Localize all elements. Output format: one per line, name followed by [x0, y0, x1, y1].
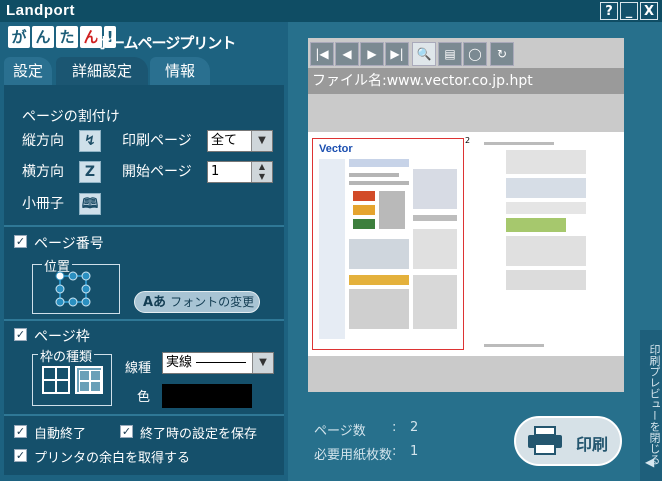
tab-settings[interactable]: 設定 [4, 57, 52, 85]
change-font-button[interactable]: Aあ フォントの変更 [134, 291, 260, 313]
print-pages-value: 全て [211, 133, 238, 148]
layout-heading: ページの割付け [22, 109, 120, 125]
save-on-exit-checkbox[interactable]: ✓ [120, 425, 133, 438]
logo-text: ホームページプリント [96, 34, 236, 52]
paper-count-label: 必要用紙枚数 [314, 448, 393, 463]
close-button[interactable]: X [640, 2, 658, 20]
print-pages-label: 印刷ページ [122, 133, 192, 149]
preview-page-1: Vector [312, 138, 464, 350]
zoom-icon[interactable]: 🔍 [412, 42, 436, 66]
chevron-down-icon[interactable]: ▼ [252, 353, 273, 373]
frame-grid-icon[interactable] [75, 366, 103, 394]
page-frame-label: ページ枠 [34, 329, 90, 345]
divider [4, 414, 284, 416]
divider [4, 225, 284, 227]
save-on-exit-label: 終了時の設定を保存 [140, 427, 258, 442]
line-type-select[interactable]: 実線 ▼ [162, 352, 274, 374]
preview-page-2 [484, 138, 596, 350]
spin-down-icon[interactable]: ▼ [251, 172, 272, 182]
position-selector[interactable] [50, 270, 100, 308]
refresh-icon[interactable]: ↻ [490, 42, 514, 66]
last-page-icon[interactable]: ▶| [385, 42, 409, 66]
line-type-value: 実線 [166, 355, 193, 370]
color-label: 色 [137, 390, 151, 405]
auto-exit-label: 自動終了 [34, 427, 87, 442]
close-preview-label: 印刷プレビューを閉じる [648, 344, 661, 465]
help-button[interactable]: ? [600, 2, 618, 20]
next-page-icon[interactable]: ▶ [360, 42, 384, 66]
fit-page-icon[interactable]: ▤ [438, 42, 462, 66]
spin-up-icon[interactable]: ▲ [251, 162, 272, 172]
page-frame-checkbox[interactable]: ✓ [14, 328, 27, 341]
paper-count-colon: : [392, 444, 397, 459]
printer-margin-checkbox[interactable]: ✓ [14, 449, 27, 462]
print-button[interactable]: 印刷 [514, 416, 622, 466]
line-type-label: 線種 [125, 361, 152, 376]
printer-icon [528, 426, 562, 455]
color-swatch[interactable] [162, 384, 252, 408]
arrow-left-icon: ◀ [645, 455, 655, 469]
paper-count-value: 1 [410, 444, 419, 459]
booklet-icon[interactable]: 🕮 [79, 193, 101, 215]
print-pages-select[interactable]: 全て ▼ [207, 130, 273, 152]
font-icon: Aあ [143, 295, 167, 310]
page-count-value: 2 [410, 420, 419, 435]
print-label: 印刷 [576, 435, 609, 454]
landscape-label: 横方向 [22, 164, 64, 180]
printer-margin-label: プリンタの余白を取得する [34, 451, 191, 466]
portrait-icon[interactable]: ↯ [79, 130, 101, 152]
auto-exit-checkbox[interactable]: ✓ [14, 425, 27, 438]
zoom-width-icon[interactable]: ◯ [463, 42, 487, 66]
prev-page-icon[interactable]: ◀ [335, 42, 359, 66]
tab-detail-settings[interactable]: 詳細設定 [56, 57, 148, 85]
app-brand: Landport [6, 2, 75, 19]
portrait-label: 縦方向 [22, 133, 64, 149]
line-sample [196, 362, 247, 363]
page-count-label: ページ数 [314, 424, 366, 439]
logo-char: が [8, 26, 30, 48]
chevron-down-icon[interactable]: ▼ [251, 131, 272, 151]
title-bar [0, 0, 662, 22]
page-number-marker: 2 [465, 136, 471, 145]
start-page-stepper[interactable]: 1 ▲ ▼ [207, 161, 273, 183]
preview-paper: Vector 2 [308, 132, 624, 356]
logo-char: ん [32, 26, 54, 48]
booklet-label: 小冊子 [22, 196, 64, 212]
tab-info[interactable]: 情報 [150, 57, 210, 85]
minimize-button[interactable]: _ [620, 2, 638, 20]
filename-bar: ファイル名:www.vector.co.jp.hpt [308, 68, 624, 94]
frame-type-label: 枠の種類 [38, 346, 95, 365]
start-page-value: 1 [211, 164, 220, 179]
page-number-label: ページ番号 [34, 236, 104, 252]
first-page-icon[interactable]: |◀ [310, 42, 334, 66]
page-number-checkbox[interactable]: ✓ [14, 235, 27, 248]
start-page-label: 開始ページ [122, 164, 192, 180]
divider [4, 319, 284, 321]
page-count-colon: : [392, 420, 397, 435]
mini-vector-logo: Vector [319, 143, 353, 155]
landscape-icon[interactable]: Z [79, 161, 101, 183]
frame-single-icon[interactable] [42, 366, 70, 394]
logo-char: た [56, 26, 78, 48]
change-font-label: フォントの変更 [170, 295, 255, 309]
